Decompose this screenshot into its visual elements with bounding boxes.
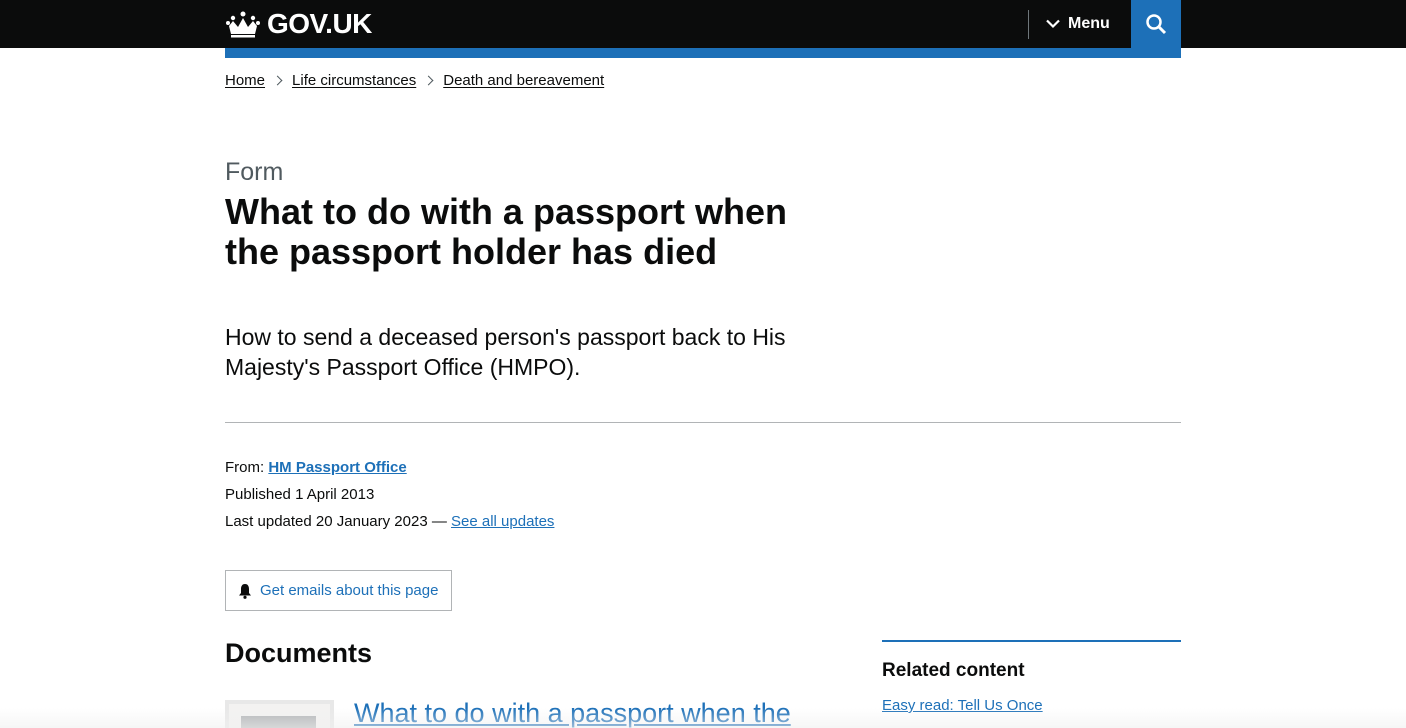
breadcrumb-home[interactable]: Home bbox=[225, 72, 265, 89]
chevron-right-icon bbox=[423, 75, 434, 86]
see-all-updates-link[interactable]: See all updates bbox=[451, 513, 554, 530]
bell-icon bbox=[239, 583, 251, 599]
crown-icon bbox=[226, 11, 260, 38]
site-header: GOV.UK Menu bbox=[0, 0, 1406, 48]
document-thumbnail[interactable] bbox=[225, 700, 334, 728]
published-date: 1 April 2013 bbox=[295, 486, 375, 503]
meta-published-row: Published 1 April 2013 bbox=[225, 481, 554, 508]
page-lede: How to send a deceased person's passport… bbox=[225, 324, 786, 380]
header-blue-bar bbox=[225, 48, 1181, 58]
chevron-down-icon bbox=[1046, 19, 1060, 29]
get-emails-button[interactable]: Get emails about this page bbox=[225, 570, 452, 611]
document-link[interactable]: What to do with a passport when the bbox=[354, 698, 791, 728]
breadcrumb-death-and-bereavement[interactable]: Death and bereavement bbox=[443, 72, 604, 89]
header-divider bbox=[1028, 10, 1029, 39]
breadcrumb-life-circumstances[interactable]: Life circumstances bbox=[292, 72, 416, 89]
menu-button[interactable]: Menu bbox=[1046, 12, 1110, 36]
meta-updated-row: Last updated 20 January 2023 — See all u… bbox=[225, 508, 554, 535]
updated-label: Last updated bbox=[225, 513, 312, 530]
published-label: Published bbox=[225, 486, 291, 503]
document-thumbnail-page bbox=[241, 716, 316, 728]
search-icon bbox=[1146, 14, 1167, 35]
get-emails-label: Get emails about this page bbox=[260, 582, 439, 599]
updated-date: 20 January 2023 — bbox=[315, 513, 447, 530]
related-content-rule bbox=[882, 640, 1181, 642]
related-content-heading: Related content bbox=[882, 660, 1025, 681]
from-label: From: bbox=[225, 459, 265, 476]
page-caption: Form bbox=[225, 158, 284, 186]
section-divider bbox=[225, 422, 1181, 423]
page-title: What to do with a passport when the pass… bbox=[225, 191, 787, 272]
menu-label: Menu bbox=[1068, 15, 1110, 32]
breadcrumb: Home Life circumstances Death and bereav… bbox=[225, 72, 604, 89]
chevron-right-icon bbox=[272, 75, 283, 86]
logo-text: GOV.UK bbox=[267, 8, 372, 39]
govuk-logo-link[interactable]: GOV.UK bbox=[225, 8, 372, 40]
metadata: From: HM Passport Office Published 1 Apr… bbox=[225, 454, 554, 535]
search-button[interactable] bbox=[1131, 0, 1181, 48]
from-org-link[interactable]: HM Passport Office bbox=[268, 459, 406, 476]
meta-from-row: From: HM Passport Office bbox=[225, 454, 554, 481]
related-link-easy-read[interactable]: Easy read: Tell Us Once bbox=[882, 697, 1043, 714]
documents-heading: Documents bbox=[225, 638, 373, 668]
